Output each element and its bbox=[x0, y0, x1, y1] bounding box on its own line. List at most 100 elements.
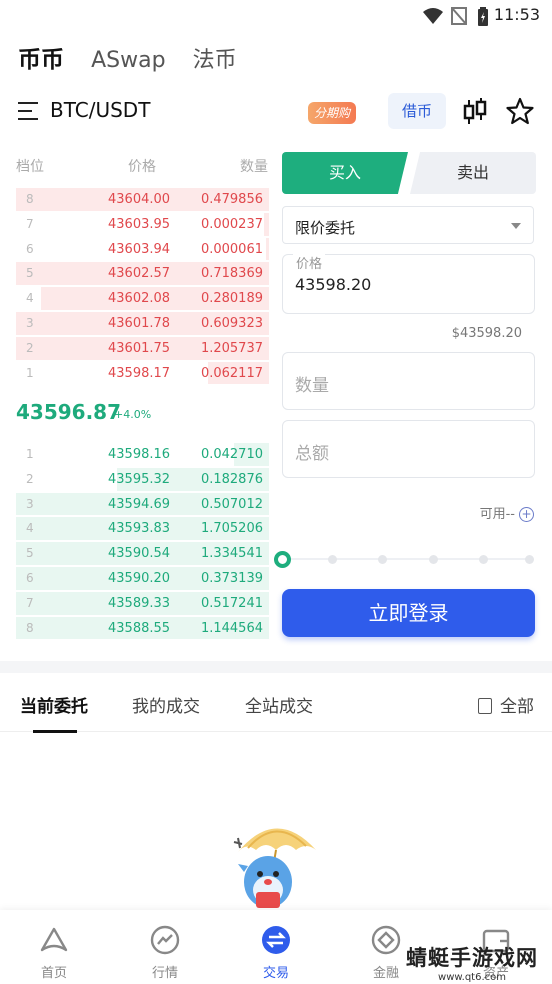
ask-price: 43598.17 bbox=[108, 365, 171, 381]
slider-step[interactable] bbox=[479, 555, 488, 564]
favorite-star-icon[interactable] bbox=[506, 97, 534, 125]
document-icon bbox=[478, 698, 492, 714]
quantity-placeholder: 数量 bbox=[295, 376, 329, 396]
header-qty: 数量 bbox=[240, 159, 268, 175]
tab-my-trades[interactable]: 我的成交 bbox=[132, 692, 200, 717]
bid-level: 8 bbox=[26, 620, 34, 635]
nav-trade[interactable]: 交易 bbox=[236, 910, 316, 984]
bid-row[interactable]: 5 43590.54 1.334541 bbox=[16, 541, 269, 566]
slider-step[interactable] bbox=[328, 555, 337, 564]
installment-badge[interactable]: 分期购 bbox=[308, 102, 356, 124]
pair-bar: BTC/USDT 分期购 借币 bbox=[0, 92, 552, 132]
ask-row[interactable]: 1 43598.17 0.062117 bbox=[16, 361, 269, 386]
bid-qty: 0.517241 bbox=[200, 595, 263, 611]
price-field[interactable]: 价格 43598.20 bbox=[282, 253, 535, 314]
slider-handle[interactable] bbox=[274, 551, 291, 568]
menu-icon[interactable] bbox=[18, 102, 38, 120]
bid-level: 1 bbox=[26, 447, 34, 461]
add-funds-icon[interactable]: + bbox=[519, 507, 534, 522]
app-root: 11:53 币币 ASwap 法币 BTC/USDT 分期购 借币 档位 价格 … bbox=[0, 0, 552, 984]
bid-row[interactable]: 2 43595.32 0.182876 bbox=[16, 467, 269, 492]
bid-level: 7 bbox=[26, 595, 34, 610]
no-signal-icon bbox=[451, 7, 467, 25]
battery-icon bbox=[478, 7, 488, 26]
buy-sell-toggle: 买入 卖出 bbox=[282, 152, 536, 194]
ask-level: 1 bbox=[26, 365, 34, 380]
ask-row[interactable]: 7 43603.95 0.000237 bbox=[16, 212, 269, 237]
ask-qty: 0.000237 bbox=[200, 216, 263, 232]
ask-row[interactable]: 5 43602.57 0.718369 bbox=[16, 261, 269, 286]
tab-all-trades[interactable]: 全站成交 bbox=[245, 692, 313, 717]
clock: 11:53 bbox=[493, 5, 540, 24]
nav-markets[interactable]: 行情 bbox=[125, 910, 205, 984]
bid-price: 43590.54 bbox=[108, 546, 171, 562]
borrow-button[interactable]: 借币 bbox=[388, 93, 446, 129]
ask-row[interactable]: 3 43601.78 0.609323 bbox=[16, 311, 269, 336]
candlestick-chart-icon[interactable] bbox=[462, 98, 488, 126]
bid-row[interactable]: 8 43588.55 1.144564 bbox=[16, 616, 269, 641]
ask-price: 43602.08 bbox=[108, 291, 171, 307]
buy-tab[interactable]: 买入 bbox=[282, 152, 408, 194]
nav-home[interactable]: 首页 bbox=[14, 910, 94, 984]
bid-price: 43594.69 bbox=[108, 496, 171, 512]
bid-qty: 0.182876 bbox=[200, 471, 263, 487]
total-placeholder: 总额 bbox=[295, 444, 329, 464]
ask-price: 43601.78 bbox=[108, 315, 171, 331]
trade-icon bbox=[262, 926, 290, 954]
ask-level: 5 bbox=[26, 266, 34, 281]
ask-level: 7 bbox=[26, 216, 34, 231]
slider-step[interactable] bbox=[378, 555, 387, 564]
bid-level: 4 bbox=[26, 521, 34, 536]
bid-row[interactable]: 4 43593.83 1.705206 bbox=[16, 516, 269, 541]
ask-qty: 0.280189 bbox=[200, 291, 263, 307]
watermark-url: www.qt6.com bbox=[438, 972, 506, 983]
bid-qty: 0.042710 bbox=[200, 447, 263, 462]
bid-row[interactable]: 6 43590.20 0.373139 bbox=[16, 566, 269, 591]
last-price: 43596.87 bbox=[16, 400, 122, 424]
markets-icon bbox=[150, 925, 180, 955]
bid-row[interactable]: 7 43589.33 0.517241 bbox=[16, 591, 269, 616]
slider-step[interactable] bbox=[429, 555, 438, 564]
all-orders-button[interactable]: 全部 bbox=[478, 692, 534, 717]
empty-state-mascot bbox=[233, 828, 316, 908]
tab-current-orders[interactable]: 当前委托 bbox=[20, 692, 88, 717]
pair-title[interactable]: BTC/USDT bbox=[50, 98, 150, 122]
available-label: 可用-- bbox=[479, 507, 515, 522]
order-type-select[interactable]: 限价委托 bbox=[282, 206, 534, 244]
ask-qty: 0.479856 bbox=[200, 192, 263, 207]
bid-qty: 1.705206 bbox=[200, 521, 263, 537]
usd-estimate: $43598.20 bbox=[451, 326, 522, 341]
ask-row[interactable]: 8 43604.00 0.479856 bbox=[16, 187, 269, 212]
price-change: +4.0% bbox=[114, 408, 152, 421]
ask-row[interactable]: 4 43602.08 0.280189 bbox=[16, 286, 269, 311]
ask-price: 43603.95 bbox=[108, 216, 171, 232]
tab-spot[interactable]: 币币 bbox=[18, 40, 64, 74]
login-button[interactable]: 立即登录 bbox=[282, 589, 535, 637]
ask-row[interactable]: 2 43601.75 1.205737 bbox=[16, 336, 269, 361]
price-label: 价格 bbox=[293, 253, 326, 272]
sell-tab[interactable]: 卖出 bbox=[410, 152, 536, 194]
ask-row[interactable]: 6 43603.94 0.000061 bbox=[16, 237, 269, 262]
ask-level: 6 bbox=[26, 241, 34, 256]
active-tab-indicator bbox=[33, 730, 77, 733]
available-balance: 可用-- + bbox=[480, 503, 534, 522]
nav-home-label: 首页 bbox=[40, 966, 67, 981]
all-orders-label: 全部 bbox=[500, 697, 534, 717]
ask-qty: 0.609323 bbox=[200, 315, 263, 331]
ask-price: 43601.75 bbox=[108, 340, 171, 356]
bid-qty: 0.507012 bbox=[200, 496, 263, 512]
amount-slider[interactable] bbox=[274, 551, 536, 568]
depth-bar bbox=[266, 237, 269, 261]
total-field[interactable]: 总额 bbox=[282, 420, 535, 478]
status-bar: 11:53 bbox=[0, 0, 552, 32]
bid-row[interactable]: 1 43598.16 0.042710 bbox=[16, 442, 269, 467]
bid-row[interactable]: 3 43594.69 0.507012 bbox=[16, 492, 269, 517]
order-tabs: 当前委托 我的成交 全站成交 全部 bbox=[0, 676, 552, 733]
chevron-down-icon bbox=[511, 223, 521, 229]
tab-aswap[interactable]: ASwap bbox=[91, 48, 165, 73]
slider-step[interactable] bbox=[525, 555, 534, 564]
ask-price: 43603.94 bbox=[108, 241, 171, 257]
tab-fiat[interactable]: 法币 bbox=[193, 42, 237, 74]
quantity-field[interactable]: 数量 bbox=[282, 352, 535, 410]
section-divider bbox=[0, 661, 552, 673]
